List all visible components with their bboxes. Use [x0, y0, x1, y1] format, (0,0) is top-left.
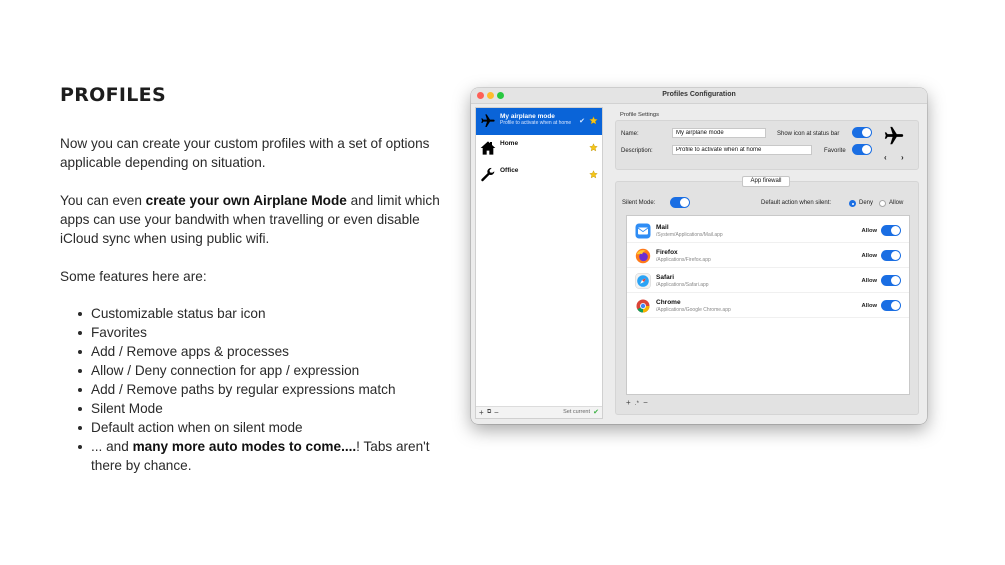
profile-name: Home: [500, 140, 519, 147]
duplicate-profile-button[interactable]: ⧉: [487, 408, 491, 417]
name-field[interactable]: [672, 128, 766, 138]
app-action-label: Allow: [861, 228, 877, 234]
app-allow-toggle[interactable]: [881, 275, 901, 286]
favorite-toggle[interactable]: [852, 144, 872, 155]
app-path: /Applications/Google Chrome.app: [656, 307, 731, 313]
profile-description: Profile to activate when at home: [500, 120, 572, 126]
feature-item: Silent Mode: [78, 399, 440, 418]
app-list: Mail /System/Applications/Mail.app Allow…: [626, 215, 910, 395]
app-allow-toggle[interactable]: [881, 225, 901, 236]
firewall-box: Silent Mode: Default action when silent:…: [615, 181, 919, 415]
airplane-icon: [481, 114, 495, 127]
firefox-icon: [635, 248, 651, 264]
feature-item-last: ... and many more auto modes to come....…: [78, 437, 440, 475]
feature-last-prefix: ... and: [91, 439, 133, 454]
star-icon[interactable]: [589, 116, 598, 125]
feature-item: Add / Remove apps & processes: [78, 342, 440, 361]
profile-name: My airplane mode: [500, 113, 555, 120]
profile-item-home[interactable]: Home: [476, 135, 602, 162]
feature-item: Favorites: [78, 323, 440, 342]
window-title: Profiles Configuration: [662, 91, 736, 98]
tab-app-firewall[interactable]: App firewall: [742, 176, 790, 187]
app-action-label: Allow: [861, 278, 877, 284]
profile-item-airplane[interactable]: My airplane mode Profile to activate whe…: [476, 108, 602, 135]
app-path: /Applications/Safari.app: [656, 282, 709, 288]
add-regex-button[interactable]: .*: [635, 401, 639, 407]
app-path: /System/Applications/Mail.app: [656, 232, 723, 238]
favorite-label: Favorite: [824, 148, 846, 154]
name-label: Name:: [621, 131, 639, 137]
feature-item: Allow / Deny connection for app / expres…: [78, 361, 440, 380]
app-action-label: Allow: [861, 303, 877, 309]
description-field[interactable]: [672, 145, 812, 155]
remove-profile-button[interactable]: −: [494, 408, 499, 417]
app-row-safari[interactable]: Safari /Applications/Safari.app Allow: [627, 268, 909, 293]
feature-last-bold: many more auto modes to come....: [132, 439, 357, 454]
deny-radio[interactable]: [849, 200, 856, 207]
star-icon[interactable]: [589, 170, 598, 179]
profile-item-office[interactable]: Office: [476, 162, 602, 189]
slide-text: PROFILES Now you can create your custom …: [60, 84, 440, 475]
feature-item: Add / Remove paths by regular expression…: [78, 380, 440, 399]
safari-icon: [635, 273, 651, 289]
features-intro: Some features here are:: [60, 269, 207, 284]
app-name: Mail: [656, 224, 669, 231]
profile-name: Office: [500, 167, 519, 174]
app-row-mail[interactable]: Mail /System/Applications/Mail.app Allow: [627, 218, 909, 243]
add-app-button[interactable]: +: [626, 398, 631, 407]
app-row-firefox[interactable]: Firefox /Applications/Firefox.app Allow: [627, 243, 909, 268]
set-current-button[interactable]: Set current: [563, 409, 590, 415]
house-icon: [480, 141, 496, 155]
remove-app-button[interactable]: −: [643, 398, 648, 407]
app-path: /Applications/Firefox.app: [656, 257, 711, 263]
allow-radio[interactable]: [879, 200, 886, 207]
add-profile-button[interactable]: +: [479, 408, 484, 417]
silent-mode-label: Silent Mode:: [622, 200, 656, 206]
app-list-footer: + .* −: [626, 398, 648, 407]
page-title: PROFILES: [60, 84, 166, 106]
main-panel: Profile Settings Name: Description: Show…: [609, 107, 923, 419]
prev-icon-button[interactable]: ‹: [884, 153, 887, 162]
app-action-label: Allow: [861, 253, 877, 259]
app-allow-toggle[interactable]: [881, 250, 901, 261]
app-name: Firefox: [656, 249, 678, 256]
current-check-icon: ✔: [579, 118, 585, 125]
airplane-paragraph: You can even create your own Airplane Mo…: [60, 191, 440, 248]
next-icon-button[interactable]: ›: [901, 153, 904, 162]
feature-item: Default action when on silent mode: [78, 418, 440, 437]
show-icon-toggle[interactable]: [852, 127, 872, 138]
app-row-chrome[interactable]: Chrome /Applications/Google Chrome.app A…: [627, 293, 909, 318]
profile-settings-box: Name: Description: Show icon at status b…: [615, 120, 919, 170]
sidebar-footer: + ⧉ − Set current ✔: [476, 406, 602, 418]
show-icon-label: Show icon at status bar: [777, 131, 840, 137]
mail-icon: [635, 223, 651, 239]
feature-item: Customizable status bar icon: [78, 304, 440, 323]
description-label: Description:: [621, 148, 653, 154]
star-icon[interactable]: [589, 143, 598, 152]
intro-paragraph: Now you can create your custom profiles …: [60, 136, 430, 170]
silent-mode-toggle[interactable]: [670, 197, 690, 208]
chrome-icon: [636, 299, 650, 313]
app-name: Safari: [656, 274, 675, 281]
profile-settings-label: Profile Settings: [620, 112, 659, 118]
default-action-label: Default action when silent:: [761, 200, 832, 206]
app-allow-toggle[interactable]: [881, 300, 901, 311]
wrench-icon: [481, 167, 495, 182]
profiles-window: Profiles Configuration My airplane mode …: [471, 88, 927, 424]
allow-label: Allow: [889, 200, 904, 206]
checkmark-icon: ✔: [593, 409, 599, 416]
deny-label: Deny: [859, 200, 874, 206]
title-bar[interactable]: Profiles Configuration: [471, 88, 927, 104]
airplane-paragraph-prefix: You can even: [60, 193, 146, 208]
airplane-paragraph-bold: create your own Airplane Mode: [145, 193, 347, 208]
app-name: Chrome: [656, 299, 681, 306]
profile-sidebar: My airplane mode Profile to activate whe…: [475, 107, 603, 419]
status-icon-airplane-icon: [884, 126, 904, 145]
feature-list: Customizable status bar icon Favorites A…: [60, 304, 440, 475]
